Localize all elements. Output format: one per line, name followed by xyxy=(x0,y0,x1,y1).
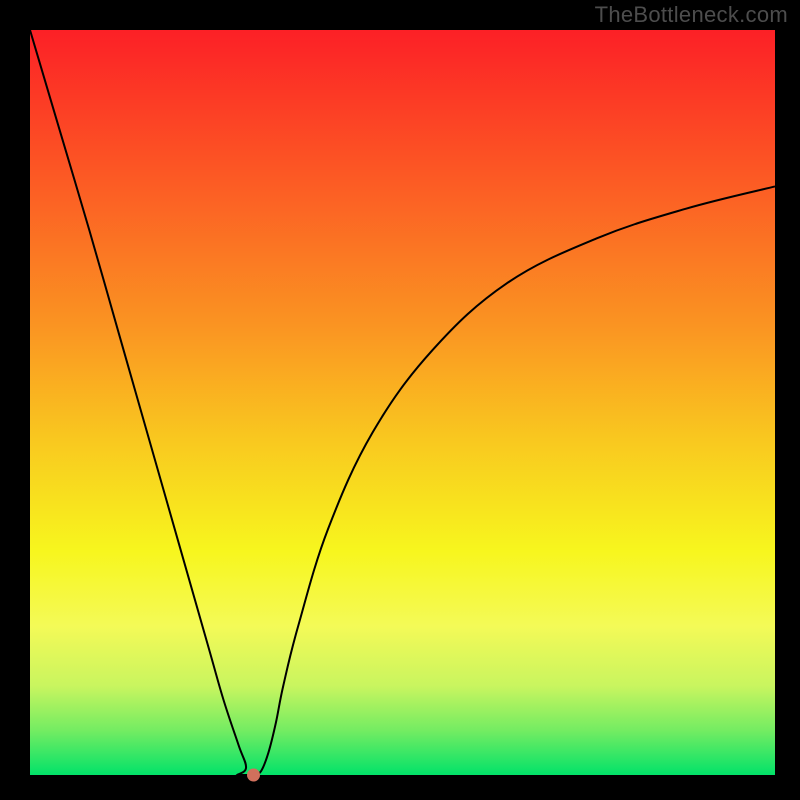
optimum-marker xyxy=(247,769,260,782)
bottleneck-chart xyxy=(0,0,800,800)
chart-frame: TheBottleneck.com xyxy=(0,0,800,800)
plot-background xyxy=(30,30,775,775)
watermark-text: TheBottleneck.com xyxy=(595,2,788,28)
